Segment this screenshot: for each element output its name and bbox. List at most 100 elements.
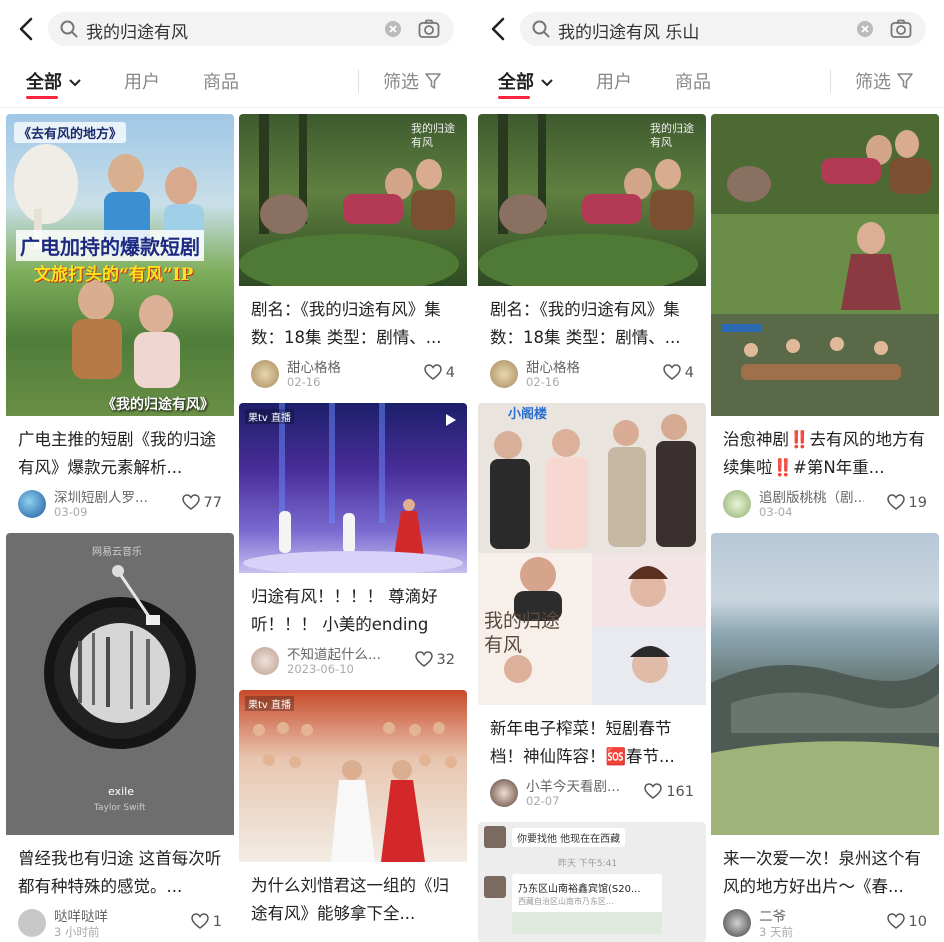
author-name[interactable]: 甜心格格 [526,356,631,376]
note-card[interactable]: 《去有风的地方》 广电加持的爆款短剧 文旅打头的“有风”IP 《我的归途有风》 … [6,114,234,526]
avatar[interactable] [723,909,751,937]
note-card[interactable]: 果tv 直播 归途有风！！！！ 尊滴好听！！！ 小美的ending真... 不知… [239,403,467,683]
tab-products[interactable]: 商品 [203,68,239,94]
filter-button[interactable]: 筛选 [383,68,441,94]
note-cover-image [711,114,939,416]
avatar[interactable] [490,360,518,388]
feed-column-right: 我的归途有风 剧名：《我的归途有风》集数：18集 类型：剧情、... 甜心格格 … [239,114,467,937]
like-button[interactable]: 32 [414,651,455,668]
like-button[interactable]: 1 [191,913,222,930]
tab-users[interactable]: 用户 [124,68,160,94]
drama-collage-illustration [711,114,939,416]
like-count: 19 [908,495,927,511]
like-button[interactable]: 4 [663,364,694,381]
note-card[interactable]: 治愈神剧‼️去有风的地方有续集啦‼️#第N年重... 追剧版桃桃（剧... 03… [711,114,939,526]
author-name[interactable]: 深圳短剧人罗... [54,486,159,506]
search-query[interactable]: 我的归途有风 乐山 [558,18,699,43]
avatar[interactable] [723,490,751,518]
back-arrow-icon[interactable] [14,15,40,43]
camera-icon[interactable] [418,19,440,39]
note-cover-image: 果tv 直播 [239,690,467,862]
author-name[interactable]: 甜心格格 [287,356,392,376]
search-bar[interactable]: 我的归途有风 [48,12,454,46]
tab-products[interactable]: 商品 [675,68,711,94]
note-title: 剧名：《我的归途有风》集数：18集 类型：剧情、... [251,300,442,347]
heart-icon [181,494,200,510]
note-title: 新年电子榨菜！短剧春节档！神仙阵容！🆘春节... [490,719,675,766]
tab-all-label: 全部 [26,72,62,93]
watermark-text: 我的归途有风 [650,122,694,149]
chevron-down-icon [541,79,553,87]
author-name[interactable]: 小羊今天看剧... [526,775,631,795]
tab-all[interactable]: 全部 [498,68,554,94]
tab-users[interactable]: 用户 [596,68,632,94]
note-card[interactable]: 小阁楼 我的归途有风 新年电子榨菜！短剧春节档！神仙阵容！🆘春节... 小羊今天… [478,403,706,815]
note-card[interactable]: 我的归途有风 剧名：《我的归途有风》集数：18集 类型：剧情、... 甜心格格 … [478,114,706,396]
note-cover-image: 我的归途有风 [239,114,467,286]
like-button[interactable]: 161 [644,783,694,800]
stage-illustration [243,403,463,573]
avatar[interactable] [18,909,46,937]
avatar[interactable] [251,647,279,675]
like-button[interactable]: 10 [886,913,927,930]
heart-icon [886,913,905,929]
note-card[interactable]: 你要找他 他现在在西藏 昨天 下午5:41 乃东区山南裕鑫宾馆(S20... 西… [478,822,706,942]
feed-column-left: 《去有风的地方》 广电加持的爆款短剧 文旅打头的“有风”IP 《我的归途有风》 … [6,114,234,942]
avatar[interactable] [18,490,46,518]
note-meta: 甜心格格 02-16 4 [239,354,467,396]
watermark-text: 我的归途有风 [411,122,455,149]
note-date: 3 小时前 [54,925,100,939]
like-button[interactable]: 19 [886,494,927,511]
like-count: 4 [684,365,694,381]
note-date: 02-16 [526,375,560,389]
like-count: 161 [666,784,694,800]
avatar[interactable] [251,360,279,388]
clear-icon[interactable] [385,21,401,37]
left-screenshot: 我的归途有风 全部 用户 商品 筛选 《去有风的地方》 广电加持的爆款短剧 文旅… [0,0,472,942]
camera-icon[interactable] [890,19,912,39]
heart-icon [886,494,905,510]
note-date: 02-16 [287,375,321,389]
search-query[interactable]: 我的归途有风 [86,18,188,43]
author-name[interactable]: 哒咩哒咩 [54,905,159,925]
author-name[interactable]: 二爷 [759,905,864,925]
heart-icon [414,651,433,667]
like-count: 4 [445,365,455,381]
note-meta: 哒咩哒咩 3 小时前 1 [6,903,234,942]
active-tab-indicator [26,96,58,99]
note-meta: 甜心格格 02-16 4 [478,354,706,396]
filter-label: 筛选 [383,72,419,93]
avatar[interactable] [490,779,518,807]
note-meta: 不知道起什么... 2023-06-10 32 [239,641,467,683]
song-artist: Taylor Swift [94,803,146,813]
search-bar[interactable]: 我的归途有风 乐山 [520,12,926,46]
note-title: 为什么刘惜君这一组的《归途有风》能够拿下全... [251,876,449,923]
note-card[interactable]: 我的归途有风 剧名：《我的归途有风》集数：18集 类型：剧情、... 甜心格格 … [239,114,467,396]
heart-icon [424,364,442,380]
song-title: exile [108,785,134,798]
author-name[interactable]: 追剧版桃桃（剧... [759,486,864,506]
divider [358,69,359,93]
note-title: 剧名：《我的归途有风》集数：18集 类型：剧情、... [490,300,681,347]
note-title: 广电主推的短剧《我的归途有风》爆款元素解析... [18,430,216,477]
note-title: 曾经我也有归途 这首每次听都有种特殊的感觉。... [18,849,222,896]
like-button[interactable]: 4 [424,364,455,381]
note-cover-image: 网易云音乐 exile Taylor Swift [6,533,234,835]
poster-text-top: 小阁楼 [508,407,548,422]
choir-illustration [253,722,457,862]
tab-all[interactable]: 全部 [26,68,82,94]
like-button[interactable]: 77 [181,494,222,511]
author-name[interactable]: 不知道起什么... [287,643,392,663]
back-arrow-icon[interactable] [486,15,512,43]
poster-text-bottom: 《我的归途有风》 [102,397,214,413]
note-card[interactable]: 网易云音乐 exile Taylor Swift 曾经我也有归途 这首每次听都有… [6,533,234,942]
note-card[interactable]: 来一次爱一次！泉州这个有风的地方好出片～《春... 二爷 3 天前 10 [711,533,939,942]
note-cover-image: 果tv 直播 [239,403,467,573]
clear-icon[interactable] [857,21,873,37]
chevron-down-icon [69,79,81,87]
chat-timestamp: 昨天 下午5:41 [558,859,618,869]
note-card[interactable]: 果tv 直播 为什么刘惜君这一组的《归途有风》能够拿下全... [239,690,467,930]
filter-button[interactable]: 筛选 [855,68,913,94]
location-card: 乃东区山南裕鑫宾馆(S20... 西藏自治区山南市乃东区... [512,874,662,934]
funnel-icon [897,73,913,89]
